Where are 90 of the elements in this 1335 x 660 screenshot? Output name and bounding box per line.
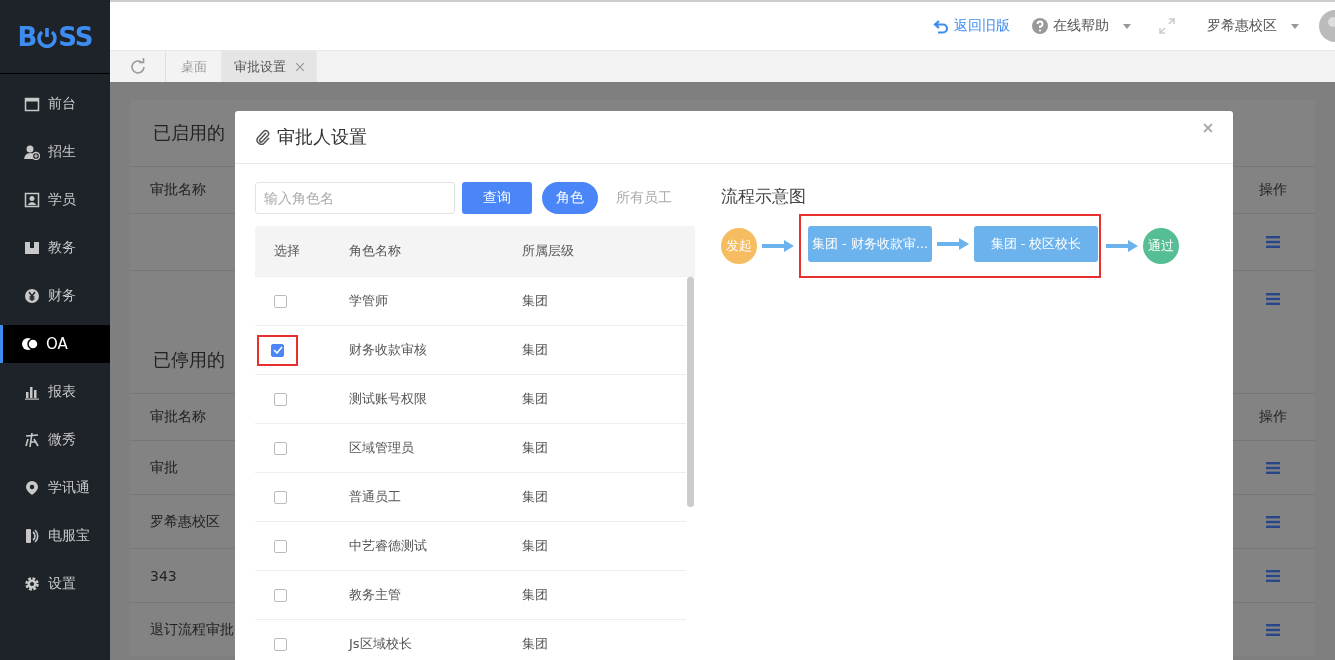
- nav-item[interactable]: 教务: [0, 229, 110, 267]
- table-cell: 集团: [522, 390, 548, 408]
- table-cell: 集团: [522, 292, 548, 310]
- table-cell-text: Js区域校长: [349, 635, 413, 653]
- column-header: 操作: [1257, 408, 1288, 426]
- caret-icon: [1123, 23, 1131, 29]
- checkbox[interactable]: [274, 539, 287, 553]
- gear-icon: [24, 576, 40, 592]
- undo-icon: [933, 18, 949, 34]
- column-header: 操作: [1257, 181, 1288, 199]
- caret-icon: [1291, 23, 1299, 29]
- column-header: 角色名称: [349, 242, 402, 260]
- table-cell-text: 财务收款审核: [349, 341, 428, 359]
- flow-title: 流程示意图: [721, 184, 807, 208]
- table-cell-text: 罗希惠校区: [149, 512, 221, 531]
- nav-item[interactable]: OA: [0, 325, 110, 363]
- menu-icon: [1265, 569, 1280, 582]
- nav-item[interactable]: 设置: [0, 565, 110, 603]
- arrow-icon: [762, 240, 794, 252]
- scrollbar-thumb[interactable]: [687, 277, 694, 507]
- help-icon: [1032, 18, 1048, 34]
- checkbox[interactable]: [274, 392, 287, 406]
- table-cell-text: 343: [149, 567, 178, 584]
- refresh-icon: [128, 57, 147, 76]
- phone-icon: [24, 528, 40, 544]
- id-card-icon: [24, 192, 40, 208]
- user-plus-icon: [24, 144, 40, 160]
- close-icon: [296, 62, 304, 71]
- menu-icon: [1265, 236, 1280, 248]
- table-cell: 集团: [522, 341, 548, 359]
- checkbox[interactable]: [274, 637, 287, 651]
- table-cell-text: 普通员工: [349, 488, 402, 506]
- panel-title: 已启用的: [153, 121, 225, 145]
- nav-item[interactable]: 学员: [0, 181, 110, 219]
- table-cell: 集团: [522, 537, 548, 555]
- menu-icon: [1265, 293, 1280, 305]
- table-cell: 集团: [522, 635, 548, 653]
- table-cell-text: 区域管理员: [349, 439, 415, 457]
- approver-node: 集团 - 财务收款审...: [808, 226, 932, 262]
- nav-item[interactable]: 财务: [0, 277, 110, 315]
- nav-item[interactable]: 招生: [0, 133, 110, 171]
- pin-icon: [24, 480, 40, 496]
- table-cell-text: 退订流程审批: [149, 620, 235, 639]
- menu-icon: [1265, 623, 1280, 636]
- campus-menu[interactable]: 罗希惠校区: [1207, 17, 1277, 35]
- check-icon: [272, 346, 283, 354]
- approver-node: 集团 - 校区校长: [974, 226, 1098, 262]
- dialog-title: 审批人设置: [277, 125, 367, 149]
- help-menu[interactable]: 在线帮助: [1032, 17, 1109, 35]
- menu-icon: [1265, 461, 1280, 474]
- nav-item[interactable]: 报表: [0, 373, 110, 411]
- logo-text: B: [17, 21, 37, 52]
- bar-chart-icon: [24, 384, 40, 400]
- close-icon: [1203, 123, 1213, 133]
- column-header: 所属层级: [522, 242, 574, 260]
- column-header: 选择: [273, 242, 301, 260]
- checkbox[interactable]: [274, 441, 287, 455]
- nav-item[interactable]: 微秀: [0, 421, 110, 459]
- column-header: 审批名称: [149, 408, 207, 426]
- nav-item[interactable]: 电服宝: [0, 517, 110, 555]
- paperclip-icon: [255, 129, 271, 145]
- tab[interactable]: 审批设置: [222, 51, 317, 82]
- arrow-icon: [937, 238, 969, 250]
- checkbox[interactable]: [274, 294, 287, 308]
- column-header: 审批名称: [149, 181, 207, 199]
- chat-icon: [22, 336, 38, 352]
- nav-item[interactable]: 学讯通: [0, 469, 110, 507]
- logo-text: SS: [58, 21, 93, 52]
- table-cell-text: 教务主管: [349, 586, 402, 604]
- panel-title: 已停用的: [153, 348, 225, 372]
- start-node: 发起: [721, 228, 757, 264]
- expand-icon: [1159, 18, 1175, 34]
- table-cell-text: 审批: [149, 458, 179, 477]
- checkbox[interactable]: [274, 490, 287, 504]
- table-cell: 集团: [522, 439, 548, 457]
- table-cell-text: 中艺睿德测试: [349, 537, 428, 555]
- table-cell: 集团: [522, 586, 548, 604]
- checkbox[interactable]: [274, 588, 287, 602]
- menu-icon: [1265, 515, 1280, 528]
- calendar-icon: [24, 96, 40, 112]
- end-node: 通过: [1143, 228, 1179, 264]
- table-cell-text: 学管师: [349, 292, 389, 310]
- checkbox[interactable]: [271, 343, 284, 357]
- table-cell: 集团: [522, 488, 548, 506]
- back-link[interactable]: 返回旧版: [933, 17, 1010, 35]
- table-cell-text: 测试账号权限: [349, 390, 428, 408]
- arrow-icon: [1106, 240, 1138, 252]
- nav-item[interactable]: 前台: [0, 85, 110, 123]
- book-icon: [24, 240, 40, 256]
- search-field[interactable]: 输入角色名: [255, 182, 455, 214]
